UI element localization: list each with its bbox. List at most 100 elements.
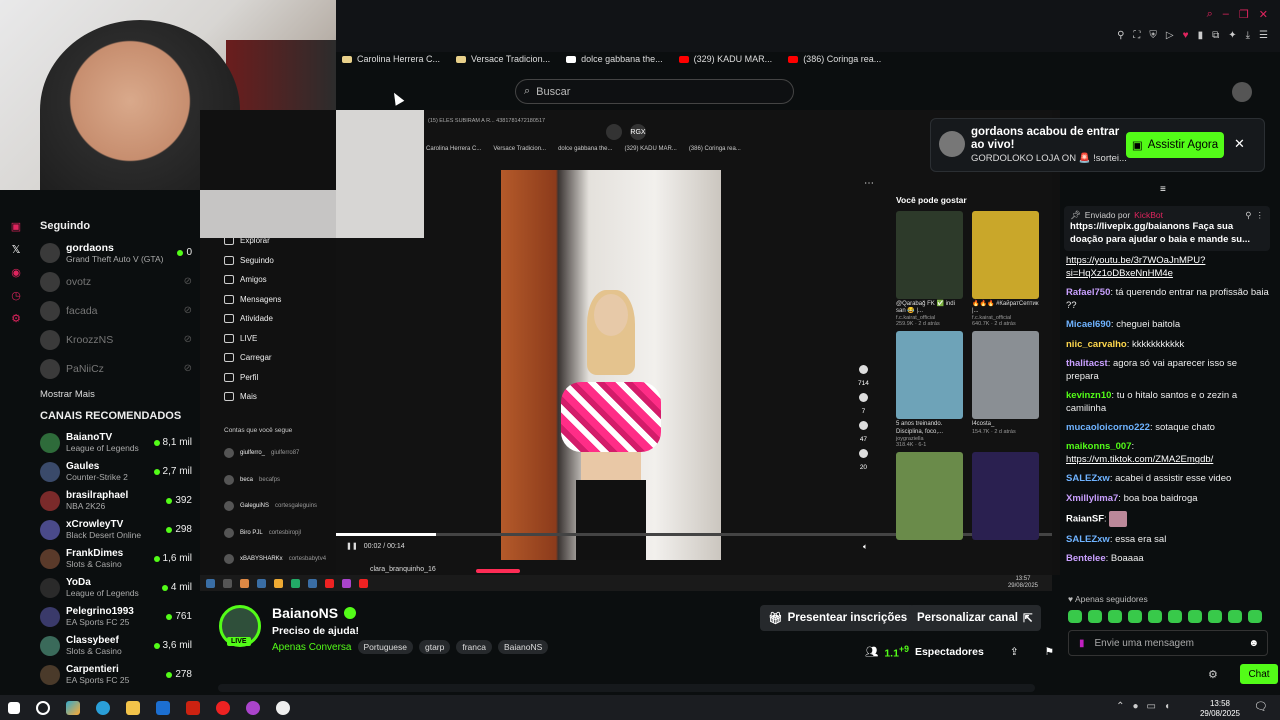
sidebar-icon[interactable]: ▮ bbox=[1198, 30, 1204, 41]
inner-bookmark[interactable]: Versace Tradicion... bbox=[493, 146, 546, 152]
gift-subs-button[interactable]: 🎁︎ Presentear inscrições bbox=[760, 605, 916, 631]
heart-icon[interactable]: ♥ bbox=[1183, 30, 1189, 41]
pin-toggle-icon[interactable]: ⚲ bbox=[1245, 210, 1251, 221]
suggestion-card[interactable] bbox=[896, 451, 963, 540]
chrome-icon[interactable] bbox=[276, 700, 290, 715]
inner-bookmark[interactable]: dolce gabbana the... bbox=[558, 146, 612, 152]
inner-bookmark[interactable]: (386) Coringa rea... bbox=[689, 146, 741, 152]
settings-icon[interactable]: ⚙ bbox=[11, 312, 21, 325]
pause-icon[interactable]: ❚❚ bbox=[346, 542, 358, 550]
chat-username[interactable]: RaianSF bbox=[1066, 513, 1104, 524]
comment-icon[interactable] bbox=[858, 393, 868, 402]
close-icon[interactable]: ✕ bbox=[1259, 8, 1268, 21]
tiktok-nav-item[interactable]: LIVE bbox=[224, 333, 326, 344]
suggestion-card[interactable] bbox=[972, 451, 1039, 540]
chat-username[interactable]: Micael690 bbox=[1066, 319, 1111, 330]
chat-username[interactable]: Bentelee bbox=[1066, 553, 1106, 564]
chat-username[interactable]: thalitacst bbox=[1066, 358, 1108, 369]
following-item[interactable]: facada ⊘ bbox=[40, 296, 192, 325]
chat-username[interactable]: maikonns_007 bbox=[1066, 441, 1131, 452]
recommended-item[interactable]: FrankDimes Slots & Casino 1,6 mil bbox=[40, 544, 192, 573]
recommended-item[interactable]: brasilraphael NBA 2K26 392 bbox=[40, 486, 192, 515]
streamer-name[interactable]: BaianoNS bbox=[272, 605, 338, 621]
volume-icon[interactable]: 🔈︎ bbox=[863, 542, 868, 552]
stream-tag[interactable]: gtarp bbox=[418, 640, 451, 654]
watch-now-button[interactable]: ▣ Assistir Agora bbox=[1126, 132, 1224, 158]
copy-icon[interactable] bbox=[606, 124, 622, 140]
stream-category[interactable]: Apenas Conversa bbox=[272, 642, 352, 653]
tiktok-video[interactable] bbox=[501, 170, 721, 560]
suggestion-card[interactable]: 🔥🔥🔥 #КайратСептик |... f.c.kairat_officia… bbox=[972, 211, 1039, 327]
chat-username[interactable]: SALEZxw bbox=[1066, 473, 1110, 484]
send-chat-button[interactable]: Chat bbox=[1240, 664, 1278, 684]
like-icon[interactable] bbox=[858, 365, 868, 374]
following-item[interactable]: gordaons Grand Theft Auto V (GTA) 0 bbox=[40, 238, 192, 267]
system-tray[interactable]: ⌃ ● ▭ ◖ bbox=[1116, 701, 1170, 712]
download-icon[interactable]: ⤓ bbox=[1246, 30, 1250, 41]
more-icon[interactable]: ⋯ bbox=[864, 178, 874, 189]
followed-account[interactable]: Biro PJL cortesbiropjl bbox=[224, 524, 326, 542]
recommended-item[interactable]: Classybeef Slots & Casino 3,6 mil bbox=[40, 631, 192, 660]
chat-username[interactable]: mucaoloicorno222 bbox=[1066, 422, 1150, 433]
filter-icon[interactable]: ≡ bbox=[1160, 184, 1166, 195]
rgx-badge[interactable]: RGX bbox=[630, 124, 646, 140]
suggestion-card[interactable]: 5 anos treinando. Disciplina, foco,... jo… bbox=[896, 331, 963, 448]
bookmark-item[interactable]: dolce gabbana the... bbox=[566, 54, 663, 64]
suggestion-thumbnail[interactable] bbox=[972, 451, 1039, 540]
play-icon[interactable]: ▷ bbox=[1166, 30, 1174, 41]
copy-icon[interactable]: ⧉ bbox=[1212, 30, 1219, 41]
emote-bar[interactable] bbox=[1068, 610, 1262, 623]
search-icon[interactable] bbox=[36, 700, 50, 715]
browser-toolbar-icons[interactable]: ⚲ ⛶ ⛨ ▷ ♥ ▮ ⧉ ✦ ⤓ ☰ bbox=[1117, 30, 1268, 41]
notifications-icon[interactable]: 🗨︎ bbox=[1254, 700, 1268, 713]
recommended-item[interactable]: Carpentieri EA Sports FC 25 278 bbox=[40, 660, 192, 689]
bookmark-icon[interactable] bbox=[858, 421, 868, 430]
suggestion-thumbnail[interactable] bbox=[972, 331, 1039, 420]
chat-username[interactable]: Rafael750 bbox=[1066, 287, 1110, 298]
share-icon[interactable] bbox=[858, 449, 868, 458]
following-item[interactable]: ovotz ⊘ bbox=[40, 267, 192, 296]
tiktok-scrollbar[interactable] bbox=[1052, 110, 1060, 575]
tiktok-top-icons[interactable]: RGX bbox=[606, 124, 646, 140]
app-icon[interactable] bbox=[186, 700, 200, 715]
stream-tag[interactable]: BaianoNS bbox=[497, 640, 549, 654]
opera-icon[interactable] bbox=[216, 700, 230, 715]
extensions-icon[interactable]: ✦ bbox=[1228, 30, 1236, 41]
followed-account[interactable]: GaleguiNS cortesgaleguins bbox=[224, 497, 326, 515]
recommended-item[interactable]: Gaules Counter-Strike 2 2,7 mil bbox=[40, 457, 192, 486]
bookmark-item[interactable]: (386) Coringa rea... bbox=[788, 54, 881, 64]
suggestion-card[interactable]: l4costa_ 154.7K · 2 d atrás bbox=[972, 331, 1039, 447]
tiktok-nav-item[interactable]: Atividade bbox=[224, 313, 326, 324]
search-icon[interactable]: ⌕ bbox=[1207, 8, 1213, 21]
recommended-item[interactable]: Pelegrino1993 EA Sports FC 25 761 bbox=[40, 602, 192, 631]
stream-tag[interactable]: Portuguese bbox=[357, 640, 413, 654]
suggestion-thumbnail[interactable] bbox=[896, 451, 963, 540]
tiktok-nav-item[interactable]: Perfil bbox=[224, 372, 326, 383]
recommended-item[interactable]: BaianoTV League of Legends 8,1 mil bbox=[40, 428, 192, 457]
chat-link[interactable]: https://youtu.be/3r7WOaJnMPU?si=HqXz1oDB… bbox=[1066, 255, 1205, 279]
explorer-icon[interactable] bbox=[126, 700, 140, 715]
copilot-icon[interactable] bbox=[66, 700, 80, 715]
customize-channel-button[interactable]: Personalizar canal ⇱ bbox=[909, 605, 1041, 631]
user-avatar[interactable] bbox=[1232, 82, 1252, 102]
inner-bookmark[interactable]: Carolina Herrera C... bbox=[426, 146, 481, 152]
shield-icon[interactable]: ⛨ bbox=[1149, 30, 1157, 41]
suggestion-thumbnail[interactable] bbox=[896, 211, 963, 299]
following-item[interactable]: PaNiiCz ⊘ bbox=[40, 354, 192, 383]
emoji-icon[interactable]: ☻ bbox=[1248, 638, 1259, 649]
tiktok-nav-item[interactable]: Seguindo bbox=[224, 255, 326, 266]
tiktok-nav-item[interactable]: Mensagens bbox=[224, 294, 326, 305]
youtube-icon[interactable]: ◉ bbox=[11, 266, 21, 279]
chat-link[interactable]: https://vm.tiktok.com/ZMA2Emgdb/ bbox=[1066, 454, 1213, 465]
followed-account[interactable]: giulferro_ giulferro87 bbox=[224, 444, 326, 462]
system-clock[interactable]: 13:58 29/08/2025 bbox=[1200, 699, 1240, 718]
recommended-item[interactable]: xCrowleyTV Black Desert Online 298 bbox=[40, 515, 192, 544]
suggestion-thumbnail[interactable] bbox=[896, 331, 963, 420]
edge-icon[interactable] bbox=[96, 700, 110, 715]
video-author[interactable]: clara_branquinho_16 bbox=[370, 566, 436, 573]
chat-username[interactable]: niic_carvalho bbox=[1066, 339, 1127, 350]
share-icon[interactable]: ⇪ bbox=[1010, 646, 1019, 658]
pinned-menu-icon[interactable]: ⋮ bbox=[1256, 210, 1265, 221]
suggestion-card[interactable]: @Qarabağ FK ✅ indi san 😂 |... f.c.kairat_… bbox=[896, 211, 963, 327]
outlook-icon[interactable] bbox=[156, 700, 170, 715]
